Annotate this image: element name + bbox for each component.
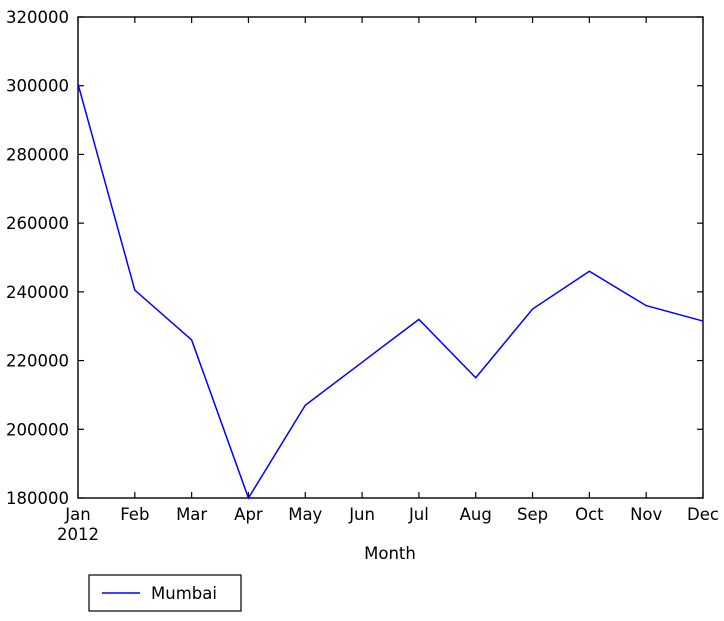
x-tick-label: Sep [517,505,548,524]
x-axis-title: Month [364,544,416,563]
y-tick-label: 260000 [6,214,69,233]
x-tick-label: Apr [234,505,263,524]
legend-label-mumbai: Mumbai [151,584,217,603]
chart-legend: Mumbai [88,574,242,612]
x-tick-label: Nov [630,505,662,524]
y-tick-label: 320000 [6,8,69,27]
y-tick-label: 300000 [6,77,69,96]
y-tick-label: 180000 [6,489,69,508]
plot-background [78,17,703,498]
x-tick-label: Jan [64,505,90,524]
x-tick-label: Mar [176,505,207,524]
y-tick-label: 200000 [6,420,69,439]
x-tick-label: May [288,505,322,524]
line-chart: 180000 200000 220000 240000 260000 280000 3000… [6,8,719,612]
x-tick-label: Dec [687,505,719,524]
y-tick-label: 280000 [6,145,69,164]
x-tick-label: Aug [460,505,492,524]
chart-figure: 180000 200000 220000 240000 260000 280000 3000… [0,0,724,621]
y-tick-label: 240000 [6,283,69,302]
x-tick-label: Oct [575,505,604,524]
y-tick-label: 220000 [6,352,69,371]
x-tick-label: Jun [348,505,375,524]
x-tick-label: Feb [120,505,149,524]
x-tick-sublabel-year: 2012 [57,525,99,544]
x-tick-label: Jul [408,505,429,524]
